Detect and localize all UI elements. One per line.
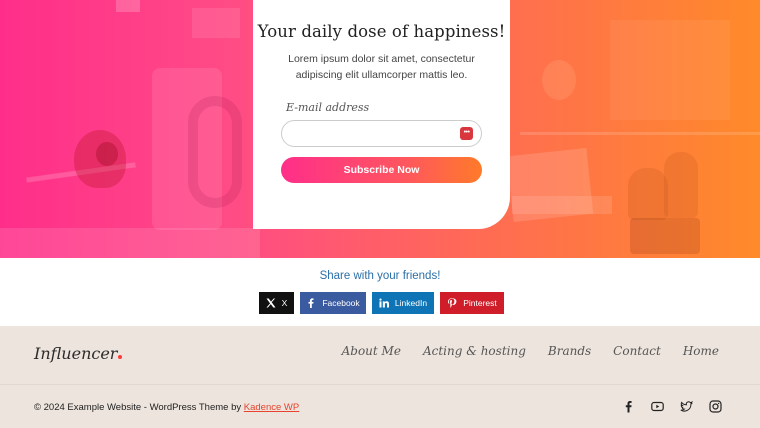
pinterest-icon [448, 298, 457, 308]
background-rail [520, 132, 760, 135]
linkedin-icon [379, 298, 389, 308]
youtube-icon[interactable] [651, 400, 664, 413]
nav-link-about-me[interactable]: About Me [342, 344, 401, 358]
social-links [622, 400, 722, 413]
kadence-link[interactable]: Kadence WP [244, 402, 299, 413]
facebook-icon[interactable] [622, 400, 635, 413]
background-mug-handle [188, 96, 242, 208]
share-linkedin-button[interactable]: LinkedIn [372, 292, 434, 314]
newsletter-card: Your daily dose of happiness! Lorem ipsu… [253, 0, 510, 229]
share-facebook-button[interactable]: Facebook [300, 292, 366, 314]
share-buttons: X Facebook LinkedIn Pinterest [259, 292, 504, 314]
nav-link-brands[interactable]: Brands [548, 344, 591, 358]
copyright-prefix: © 2024 Example Website - WordPress Theme… [34, 402, 244, 413]
logo-dot [118, 355, 123, 359]
share-title: Share with your friends! [319, 270, 441, 282]
instagram-icon[interactable] [709, 400, 722, 413]
newsletter-description: Lorem ipsum dolor sit amet, consectetur … [288, 53, 475, 81]
background-window [610, 20, 730, 120]
copyright-text: © 2024 Example Website - WordPress Theme… [34, 402, 299, 413]
email-label: E-mail address [286, 101, 370, 114]
nav-link-home[interactable]: Home [683, 344, 719, 358]
background-frame [116, 0, 140, 12]
share-linkedin-label: LinkedIn [394, 298, 428, 308]
email-field[interactable] [281, 120, 482, 147]
background-cactus [628, 168, 668, 220]
share-x-button[interactable]: X [259, 292, 294, 314]
facebook-icon [308, 298, 314, 308]
autofill-icon[interactable] [460, 126, 473, 140]
share-pinterest-label: Pinterest [463, 298, 497, 308]
background-book [512, 196, 612, 214]
subscribe-button[interactable]: Subscribe Now [281, 157, 482, 183]
logo-text: Influencer [34, 344, 118, 363]
twitter-icon[interactable] [680, 400, 693, 413]
background-lamp [542, 60, 576, 100]
x-icon [266, 298, 276, 308]
newsletter-title: Your daily dose of happiness! [257, 22, 506, 41]
background-table [0, 228, 260, 258]
share-x-label: X [281, 298, 288, 308]
nav-link-contact[interactable]: Contact [613, 344, 661, 358]
background-cactus [664, 152, 698, 218]
background-flower-center [96, 142, 118, 166]
share-pinterest-button[interactable]: Pinterest [440, 292, 504, 314]
site-logo[interactable]: Influencer [34, 344, 123, 363]
background-picture [192, 8, 240, 38]
footer-nav: About Me Acting & hosting Brands Contact… [342, 344, 719, 358]
nav-link-acting-hosting[interactable]: Acting & hosting [423, 344, 526, 358]
background-pot [630, 218, 700, 254]
share-facebook-label: Facebook [322, 298, 360, 308]
